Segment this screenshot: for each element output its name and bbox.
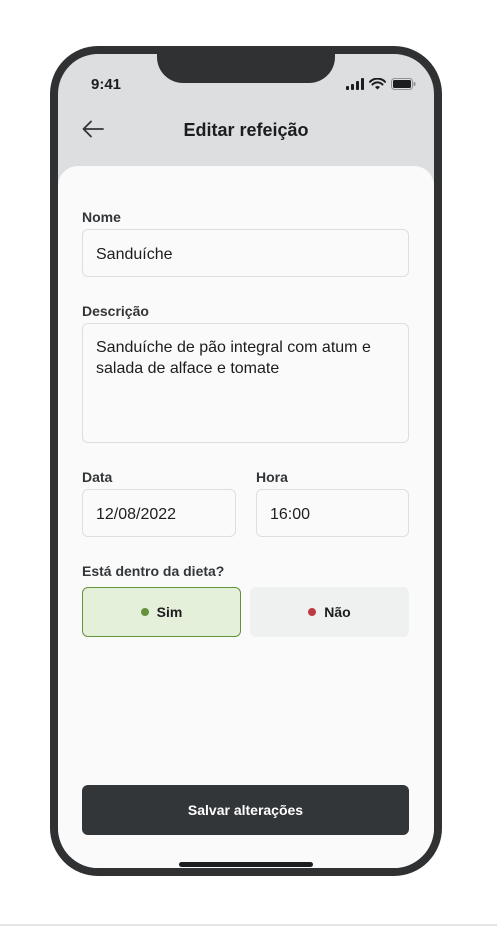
diet-question-label: Está dentro da dieta? (82, 563, 225, 579)
green-dot-icon (140, 608, 149, 616)
phone-frame: 9:41 Editar refeição Nome Sanduíche Desc… (50, 46, 442, 876)
page-header: Editar refeição (58, 112, 434, 152)
form-sheet: Nome Sanduíche Descrição Sanduíche de pã… (58, 166, 434, 868)
diet-no-button[interactable]: Não (250, 587, 409, 637)
phone-notch (157, 54, 335, 83)
signal-icon (346, 78, 364, 90)
status-time: 9:41 (91, 76, 122, 93)
diet-yes-button[interactable]: Sim (82, 587, 241, 637)
date-input[interactable]: 12/08/2022 (82, 489, 236, 537)
red-dot-icon (308, 608, 317, 616)
diet-yes-label: Sim (156, 604, 183, 620)
name-label: Nome (82, 209, 121, 225)
description-textarea[interactable]: Sanduíche de pão integral com atum e sal… (82, 323, 409, 443)
save-changes-button[interactable]: Salvar alterações (82, 785, 409, 835)
time-input[interactable]: 16:00 (256, 489, 409, 537)
battery-icon (391, 78, 416, 90)
diet-no-label: Não (324, 604, 351, 620)
description-label: Descrição (82, 303, 149, 319)
page-title: Editar refeição (183, 120, 309, 140)
wifi-icon (369, 78, 386, 90)
time-label: Hora (256, 469, 288, 485)
status-icons (346, 78, 416, 90)
name-input[interactable]: Sanduíche (82, 229, 409, 277)
home-indicator (179, 862, 313, 867)
date-label: Data (82, 469, 113, 485)
